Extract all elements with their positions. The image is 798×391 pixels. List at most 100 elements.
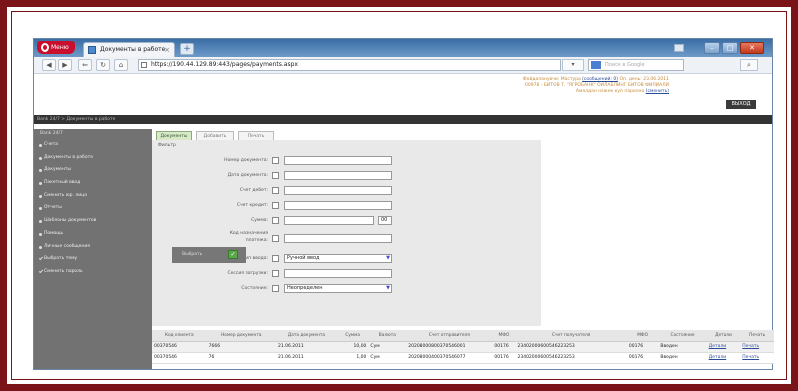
maximize-button[interactable]: □	[722, 42, 738, 54]
purpose-code-input[interactable]	[284, 234, 392, 243]
navigation-bar: ◀ ▶ ⇐ ↻ ⌂ https://190.44.129.89:443/page…	[34, 57, 772, 74]
status-checkbox[interactable]	[272, 285, 279, 292]
cell-client-code: 00370546	[152, 352, 207, 364]
sidebar-item-change-entity[interactable]: Сменить юр. лицо	[34, 190, 152, 203]
tab-documents[interactable]: Документы	[156, 131, 192, 140]
table-row[interactable]: 00370546 76 21.06.2011 1,00 Сум 20208000…	[152, 352, 774, 364]
password-note: Амалдан нэжек куп паролно	[575, 89, 645, 94]
doc-number-checkbox[interactable]	[272, 157, 279, 164]
purpose-code-checkbox[interactable]	[272, 235, 279, 242]
status-value: Неопределен	[287, 285, 323, 291]
cell-receiver-account: 23402000600546223253	[515, 341, 627, 353]
col-client-code[interactable]: Код клиента	[152, 330, 207, 342]
filter-title: Фильтр	[158, 143, 176, 148]
amount-cents-input[interactable]: 00	[378, 216, 392, 225]
sidebar-item-label: Сменить юр. лицо	[44, 192, 87, 198]
minimize-button[interactable]: –	[704, 42, 720, 54]
sidebar-item-docs-in-work[interactable]: Документы в работе	[34, 152, 152, 165]
col-amount[interactable]: Сумма	[336, 330, 369, 342]
col-doc-date[interactable]: Дата документа	[275, 330, 337, 342]
logout-button[interactable]: ВЫХОД	[726, 100, 756, 109]
change-password-link[interactable]: (сменить)	[646, 89, 669, 94]
amount-input[interactable]	[284, 216, 374, 225]
load-session-checkbox[interactable]	[272, 270, 279, 277]
bullet-icon	[39, 194, 42, 198]
debit-account-checkbox[interactable]	[272, 187, 279, 194]
details-link[interactable]: Детали	[706, 352, 741, 364]
bullet-icon	[39, 169, 42, 173]
tab-close-icon[interactable]: ×	[164, 43, 170, 57]
sidebar-item-help[interactable]: Помощь	[34, 228, 152, 241]
input-type-select[interactable]: Ручной ввод ▼	[284, 254, 392, 263]
table-header-row: Код клиента Номер документа Дата докумен…	[152, 330, 774, 342]
opera-logo-icon	[41, 43, 49, 52]
sidebar-item-batch-input[interactable]: Пакетный ввод	[34, 177, 152, 190]
col-receiver-account[interactable]: Счет получателя	[515, 330, 627, 342]
apply-filter-button[interactable]: Выбрать ✓	[172, 247, 246, 263]
forward-button[interactable]: ▶	[58, 59, 72, 71]
cell-sender-mfo: 00176	[492, 352, 516, 364]
opera-menu-button[interactable]: Меню	[37, 41, 75, 54]
credit-account-input[interactable]	[284, 201, 392, 210]
user-line-3: Амалдан нэжек куп паролно (сменить)	[523, 89, 669, 95]
close-window-button[interactable]: ✕	[740, 42, 764, 54]
tab-add[interactable]: Добавить	[196, 131, 234, 140]
amount-label: Сумма:	[251, 218, 268, 223]
bullet-icon	[39, 245, 42, 249]
search-placeholder: Поиск в Google	[605, 62, 645, 68]
col-currency[interactable]: Валюта	[368, 330, 407, 342]
sidebar-item-accounts[interactable]: Счета	[34, 139, 152, 152]
cell-currency: Сум	[368, 352, 407, 364]
sidebar-item-reports[interactable]: Отчеты	[34, 202, 152, 215]
new-tab-button[interactable]: +	[180, 43, 194, 55]
print-link[interactable]: Печать	[740, 352, 774, 364]
reload-button[interactable]: ↻	[96, 59, 110, 71]
col-sender-mfo[interactable]: МФО	[492, 330, 516, 342]
sidebar-item-label: Шаблоны документов	[44, 218, 97, 224]
sidebar-item-label: Документы в работе	[44, 154, 93, 160]
back-button[interactable]: ◀	[42, 59, 56, 71]
browser-tab[interactable]: Документы в работе ×	[83, 42, 175, 57]
debit-account-input[interactable]	[284, 186, 392, 195]
google-search-icon	[591, 61, 601, 69]
cell-client-code: 00370546	[152, 341, 207, 353]
search-go-icon[interactable]: ⌕	[740, 59, 758, 71]
input-type-value: Ручной ввод	[287, 255, 320, 261]
page-icon	[88, 46, 96, 54]
home-button[interactable]: ⌂	[114, 59, 128, 71]
print-link[interactable]: Печать	[740, 341, 774, 353]
col-receiver-mfo[interactable]: МФО	[626, 330, 659, 342]
col-doc-number[interactable]: Номер документа	[206, 330, 276, 342]
sidebar-item-documents[interactable]: Документы	[34, 164, 152, 177]
address-dropdown-button[interactable]: ▾	[562, 59, 584, 71]
rewind-button[interactable]: ⇐	[78, 59, 92, 71]
menu-label: Меню	[51, 44, 69, 51]
status-select[interactable]: Неопределен ▼	[284, 284, 392, 293]
sidebar-item-templates[interactable]: Шаблоны документов	[34, 215, 152, 228]
doc-number-input[interactable]	[284, 156, 392, 165]
amount-checkbox[interactable]	[272, 217, 279, 224]
sidebar-item-change-password[interactable]: Сменить пароль	[34, 266, 152, 279]
table-row[interactable]: 00370546 7666 21.06.2011 10,00 Сум 20208…	[152, 341, 774, 353]
address-bar[interactable]: https://190.44.129.89:443/pages/payments…	[138, 59, 561, 71]
sidebar-item-messages[interactable]: Личные сообщения	[34, 241, 152, 254]
input-type-checkbox[interactable]	[272, 255, 279, 262]
browser-window: Меню Документы в работе × + – □ ✕ ◀ ▶ ⇐ …	[33, 38, 774, 370]
cell-doc-number: 7666	[206, 341, 276, 353]
doc-date-checkbox[interactable]	[272, 172, 279, 179]
details-link[interactable]: Детали	[706, 341, 741, 353]
user-name: Фойдаланувчи: Мастура	[522, 77, 581, 82]
col-status[interactable]: Состояние	[658, 330, 707, 342]
doc-date-label: Дата документа:	[227, 173, 268, 178]
doc-date-input[interactable]	[284, 171, 392, 180]
cell-receiver-mfo: 00176	[626, 352, 659, 364]
col-sender-account[interactable]: Счет отправителя	[406, 330, 493, 342]
credit-account-checkbox[interactable]	[272, 202, 279, 209]
messages-link[interactable]: (сообщений: 0)	[582, 77, 618, 82]
search-input[interactable]: Поиск в Google	[588, 59, 684, 71]
tray-icon[interactable]	[674, 44, 684, 52]
checkmark-icon: ✓	[228, 250, 238, 259]
load-session-input[interactable]	[284, 269, 392, 278]
tab-print[interactable]: Печать	[238, 131, 274, 140]
sidebar-item-theme[interactable]: Выбрать тему	[34, 253, 152, 266]
